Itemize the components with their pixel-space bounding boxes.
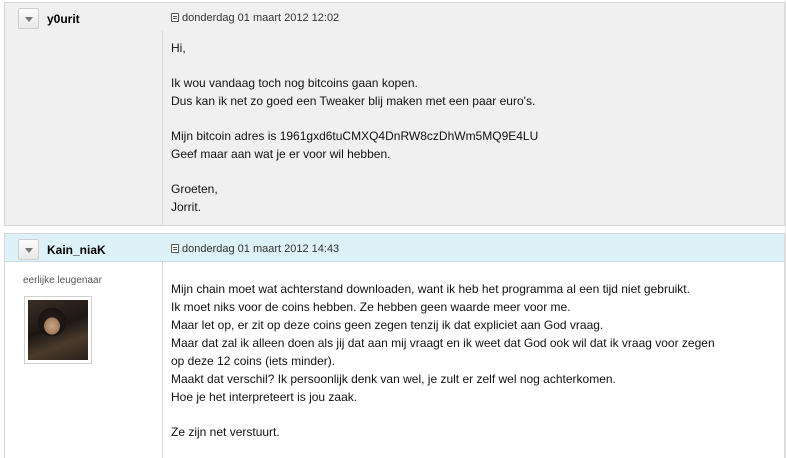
avatar[interactable] [24, 296, 92, 364]
column-divider [162, 31, 163, 225]
document-icon[interactable] [171, 244, 179, 253]
post-timestamp: donderdag 01 maart 2012 14:43 [182, 243, 340, 255]
document-icon[interactable] [171, 13, 179, 22]
body-line: Hi, [171, 41, 186, 55]
post-meta: donderdag 01 maart 2012 14:43 [171, 243, 339, 255]
body-line: Ik wou vandaag toch nog bitcoins gaan ko… [171, 76, 418, 90]
collapse-button[interactable] [18, 8, 39, 29]
post-timestamp: donderdag 01 maart 2012 12:02 [182, 12, 340, 24]
username[interactable]: y0urit [47, 12, 80, 26]
body-line: Groeten, [171, 182, 218, 196]
column-divider [162, 262, 163, 458]
avatar-image [28, 300, 88, 360]
body-line: Mijn bitcoin adres is 1961gxd6tuCMXQ4DnR… [171, 129, 539, 143]
triangle-down-icon [25, 248, 33, 253]
body-line: Maar dat zal ik alleen doen als jij dat … [171, 336, 715, 350]
body-line: Dus kan ik net zo goed een Tweaker blij … [171, 94, 536, 108]
body-line: Mijn chain moet wat achterstand download… [171, 282, 690, 296]
post-1: y0urit donderdag 01 maart 2012 12:02 Hi,… [4, 2, 785, 226]
body-line: Maar let op, er zit op deze coins geen z… [171, 318, 604, 332]
post-2: Kain_niaK donderdag 01 maart 2012 14:43 … [4, 233, 785, 458]
post-meta: donderdag 01 maart 2012 12:02 [171, 12, 339, 24]
post-2-userbar: Kain_niaK [5, 234, 162, 262]
collapse-button[interactable] [18, 239, 39, 260]
body-line: Jorrit. [171, 200, 201, 214]
body-line: Ik moet niks voor de coins hebben. Ze he… [171, 300, 571, 314]
username[interactable]: Kain_niaK [47, 243, 106, 257]
post-body: Mijn chain moet wat achterstand download… [171, 280, 715, 441]
body-line: Ze zijn net verstuurt. [171, 425, 280, 439]
post-body: Hi, Ik wou vandaag toch nog bitcoins gaan… [171, 39, 538, 216]
body-line: Hoe je het interpreteert is jou zaak. [171, 390, 358, 404]
triangle-down-icon [25, 17, 33, 22]
user-title: eerlijke leugenaar [23, 275, 102, 286]
body-line: Maakt dat verschil? Ik persoonlijk denk … [171, 372, 616, 386]
body-line: Geef maar aan wat je er voor wil hebben. [171, 147, 391, 161]
body-line: op deze 12 coins (iets minder). [171, 354, 336, 368]
post-1-userbar: y0urit [5, 3, 162, 31]
